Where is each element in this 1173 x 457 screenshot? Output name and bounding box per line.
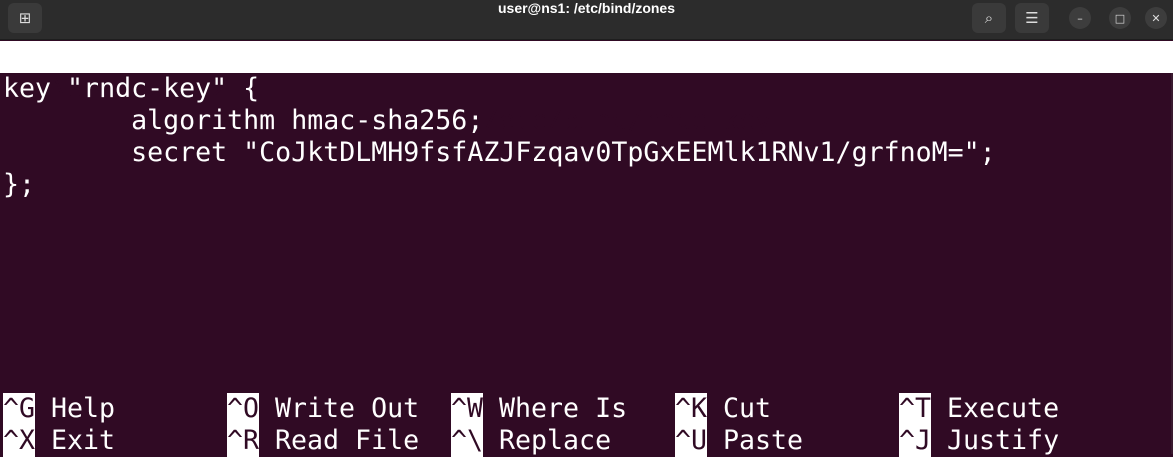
shortcut-key[interactable]: ^\ [451,425,484,457]
shortcut-label[interactable]: Execute [947,393,1059,425]
shortcut-key[interactable]: ^G [3,393,36,425]
shortcut-key[interactable]: ^O [227,393,260,425]
shortcut-label[interactable]: Read File [275,425,419,457]
file-line[interactable]: }; [3,169,35,201]
shortcut-label[interactable]: Paste [723,425,803,457]
maximize-icon[interactable]: □ [1109,7,1131,29]
shortcut-row: ^X Exit ^R Read File ^\ Replace ^U Paste ^J Justi… [3,425,1173,457]
shortcut-key[interactable]: ^W [451,393,484,425]
shortcut-key[interactable]: ^T [899,393,932,425]
shortcut-label[interactable]: Justify [947,425,1059,457]
shortcut-label[interactable]: Replace [499,425,611,457]
shortcut-label[interactable]: Where Is [499,393,627,425]
hamburger-menu-icon[interactable]: ☰ [1015,3,1049,33]
search-icon[interactable]: ⌕ [972,3,1006,33]
nano-header: GNU nano 6.2 /etc/bind/rndc.key [0,41,1173,136]
close-icon[interactable]: ✕ [1145,7,1167,29]
shortcut-key[interactable]: ^K [675,393,708,425]
shortcut-label[interactable]: Cut [723,393,771,425]
shortcut-key[interactable]: ^U [675,425,708,457]
window-titlebar: ⊞ user@ns1: /etc/bind/zones ⌕ ☰ – □ ✕ [0,0,1173,40]
shortcut-row: ^G Help ^O Write Out ^W Where Is ^K Cut ^T Execut… [3,393,1173,425]
shortcut-key[interactable]: ^J [899,425,932,457]
nano-filename: /etc/bind/rndc.key [483,105,772,136]
shortcut-label[interactable]: Write Out [275,393,419,425]
file-line[interactable]: key "rndc-key" { [3,73,259,105]
shortcut-label[interactable]: Help [51,393,115,425]
minimize-icon[interactable]: – [1069,7,1091,29]
shortcut-key[interactable]: ^X [3,425,36,457]
shortcut-label[interactable]: Exit [51,425,115,457]
shortcut-key[interactable]: ^R [227,425,260,457]
file-line[interactable]: algorithm hmac-sha256; [3,105,483,137]
file-line[interactable]: secret "CoJktDLMH9fsfAZJFzqav0TpGxEEMlk1… [3,137,996,169]
